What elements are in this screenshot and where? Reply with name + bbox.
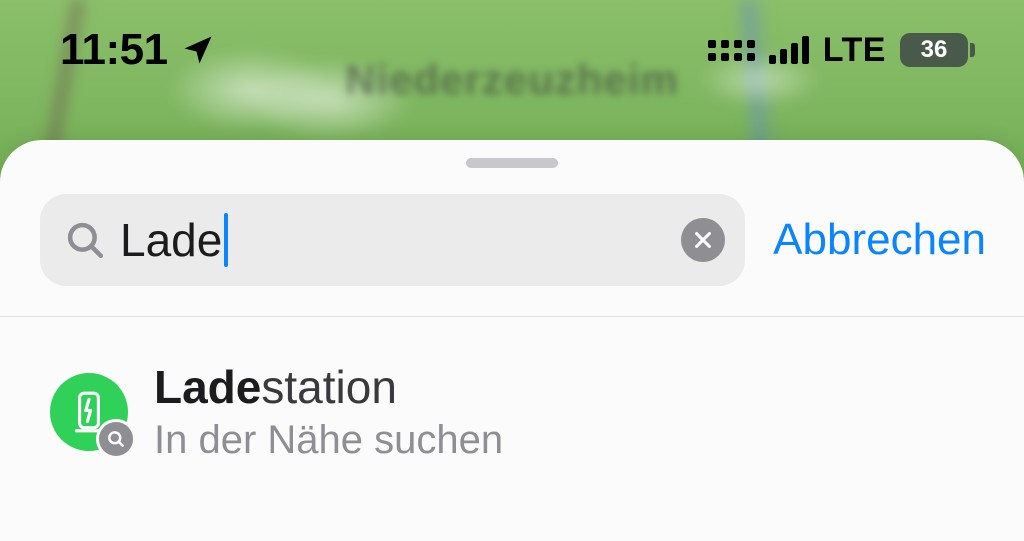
cancel-button[interactable]: Abbrechen [773,215,990,265]
clear-search-button[interactable] [681,218,725,262]
search-badge-icon [96,419,136,459]
status-bar-left: 11:51 [60,25,216,75]
search-row: Lade Abbrechen [0,168,1024,316]
battery-indicator: 36 [900,33,968,67]
suggestion-icon [50,373,128,451]
search-field[interactable]: Lade [40,194,745,286]
status-bar-right: LTE 36 [708,31,968,70]
suggestion-row[interactable]: Ladestation In der Nähe suchen [0,317,1024,483]
close-icon [692,229,714,251]
text-caret [224,213,228,267]
suggestion-title-match: Lade [154,361,261,413]
dual-sim-icon [708,40,755,61]
status-bar: 11:51 LTE 36 [0,0,1024,100]
battery-percent: 36 [921,36,948,64]
search-sheet[interactable]: Lade Abbrechen [0,140,1024,541]
search-input-value: Lade [120,213,222,267]
suggestion-subtitle: In der Nähe suchen [154,418,503,463]
search-input[interactable]: Lade [120,194,667,286]
network-type-label: LTE [823,31,886,70]
suggestion-title: Ladestation [154,361,503,414]
search-icon [64,219,106,261]
map-background: Niederzeuzheim 11:51 LTE 36 [0,0,1024,541]
status-time: 11:51 [60,25,168,75]
location-arrow-icon [180,32,216,68]
sheet-grabber[interactable] [466,158,558,168]
cellular-signal-icon [769,36,809,64]
suggestion-text: Ladestation In der Nähe suchen [154,361,503,463]
suggestion-title-rest: station [261,361,397,413]
